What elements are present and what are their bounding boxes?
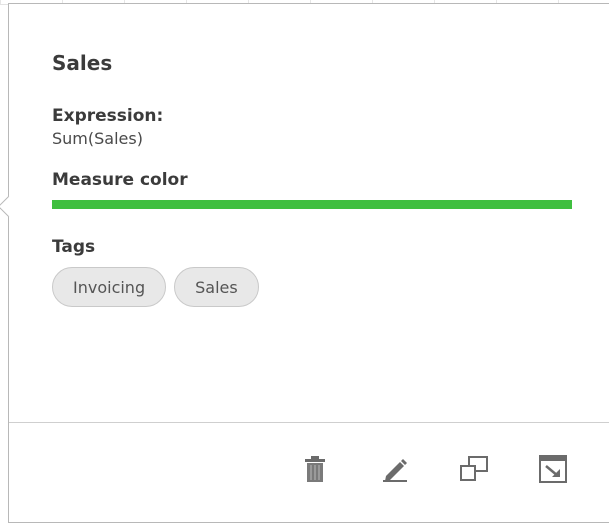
edit-button[interactable] — [379, 453, 411, 485]
tag-sales[interactable]: Sales — [174, 267, 259, 307]
expression-label: Expression: — [52, 106, 164, 126]
measure-details-panel: Sales Expression: Sum(Sales) Measure col… — [0, 3, 609, 523]
expression-value: Sum(Sales) — [52, 129, 143, 148]
panel-content: Sales Expression: Sum(Sales) Measure col… — [52, 48, 572, 307]
pencil-icon — [383, 459, 407, 482]
trash-icon — [305, 456, 325, 482]
measure-title: Sales — [52, 51, 113, 75]
measure-color-bar — [52, 200, 572, 209]
tag-invoicing[interactable]: Invoicing — [52, 267, 167, 307]
duplicate-icon — [460, 456, 488, 481]
delete-button[interactable] — [299, 453, 331, 485]
duplicate-button[interactable] — [458, 453, 490, 485]
measure-color-label: Measure color — [52, 170, 188, 190]
tags-label: Tags — [52, 237, 96, 257]
expand-icon — [539, 455, 567, 483]
expand-button[interactable] — [537, 453, 569, 485]
panel-pointer — [0, 195, 20, 218]
panel-footer — [9, 423, 609, 523]
tags-list: Invoicing Sales — [52, 267, 572, 307]
